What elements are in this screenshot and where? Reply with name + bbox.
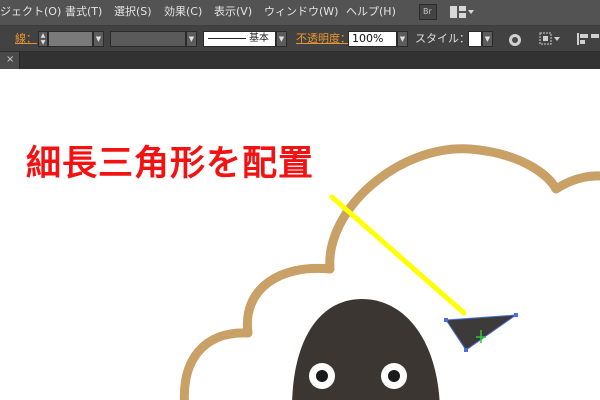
artwork — [179, 144, 600, 400]
pointer-line — [329, 194, 467, 316]
recolor-artwork-icon[interactable] — [508, 32, 522, 46]
stroke-weight-field[interactable] — [48, 31, 93, 47]
opacity-label[interactable]: 不透明度： — [296, 32, 351, 46]
stroke-weight-stepper[interactable]: ▲ ▼ — [38, 31, 48, 47]
graphic-style-dropdown[interactable]: ▼ — [482, 31, 493, 47]
opacity-input[interactable]: 100% — [348, 31, 397, 47]
document-tab-strip: × — [0, 52, 600, 69]
graphic-style-swatch[interactable] — [468, 31, 482, 47]
bridge-icon-label: Br — [423, 7, 432, 16]
artboard-canvas[interactable]: 細長三角形を配置 — [0, 69, 600, 400]
menu-bar: ジェクト(O) 書式(T) 選択(S) 効果(C) 表示(V) ウィンドウ(W)… — [0, 0, 600, 26]
menu-type[interactable]: 書式(T) — [65, 5, 102, 19]
brush-definition-field[interactable]: 基本 — [203, 31, 276, 47]
menu-effect[interactable]: 効果(C) — [164, 5, 202, 19]
bridge-icon[interactable]: Br — [419, 4, 437, 20]
annotation-text: 細長三角形を配置 — [26, 144, 315, 184]
illustrator-window: ジェクト(O) 書式(T) 選択(S) 効果(C) 表示(V) ウィンドウ(W)… — [0, 0, 600, 400]
close-icon[interactable]: × — [6, 54, 14, 66]
align-icon[interactable] — [576, 31, 600, 47]
brush-line-preview — [208, 38, 246, 39]
anchor-point[interactable] — [514, 313, 518, 317]
align-grid-icon[interactable] — [538, 31, 562, 47]
right-pupil — [388, 370, 400, 382]
control-bar: 線： ▲ ▼ ▼ ▼ 基本 ▼ 不透明度： 100% ▼ スタイル： ▼ — [0, 26, 600, 52]
document-tab[interactable]: × — [0, 52, 20, 69]
menu-select[interactable]: 選択(S) — [114, 5, 152, 19]
menu-help[interactable]: ヘルプ(H) — [346, 5, 396, 19]
menu-window[interactable]: ウィンドウ(W) — [264, 5, 338, 19]
menu-object[interactable]: ジェクト(O) — [0, 5, 61, 19]
opacity-dropdown[interactable]: ▼ — [397, 31, 408, 47]
variable-width-profile[interactable] — [110, 31, 186, 47]
recolor-artwork-glyph — [509, 34, 521, 46]
arrange-documents-icon[interactable] — [449, 4, 475, 20]
left-pupil — [316, 370, 328, 382]
opacity-value: 100% — [352, 32, 384, 45]
stroke-weight-dropdown[interactable]: ▼ — [93, 31, 104, 47]
anchor-point[interactable] — [464, 348, 468, 352]
align-grid-glyph — [539, 32, 560, 45]
brush-definition-dropdown[interactable]: ▼ — [276, 31, 287, 47]
brush-definition-value: 基本 — [249, 33, 269, 44]
align-glyph — [577, 33, 599, 45]
anchor-point[interactable] — [444, 318, 448, 322]
style-label: スタイル： — [415, 32, 470, 45]
arrange-documents-glyph — [450, 6, 474, 18]
variable-width-dropdown[interactable]: ▼ — [186, 31, 197, 47]
menu-view[interactable]: 表示(V) — [214, 5, 252, 19]
stroke-label[interactable]: 線： — [15, 32, 37, 46]
